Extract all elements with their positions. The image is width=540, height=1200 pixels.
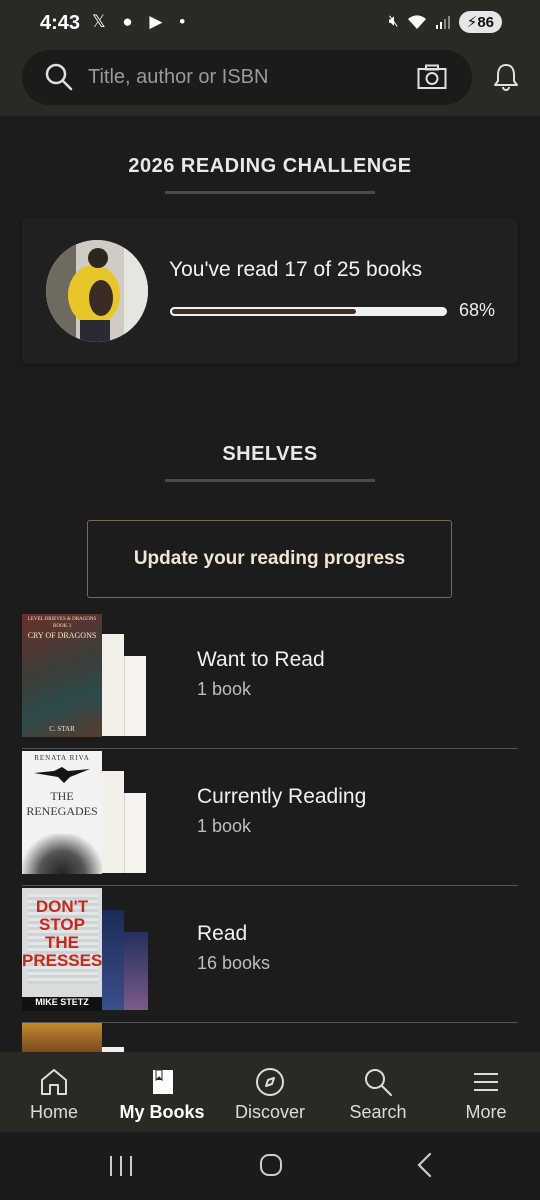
cover-title: CRY OF DRAGONS bbox=[27, 631, 97, 640]
avatar bbox=[46, 240, 148, 342]
notifications-bell-icon[interactable] bbox=[492, 62, 520, 92]
book-spine bbox=[102, 910, 124, 1010]
app-header: 4:43 𝕏 ● ▶ • 🔇︎ ⚡86 bbox=[0, 0, 540, 116]
shelf-page bbox=[102, 771, 124, 873]
camera-icon[interactable] bbox=[417, 64, 447, 90]
shelf-count: 1 book bbox=[197, 816, 252, 836]
cover-series: LEVEL DRIEVES & DRAGONS bbox=[27, 617, 97, 622]
cover-author: RENATA RIVA bbox=[34, 754, 90, 762]
nav-label: My Books bbox=[119, 1102, 205, 1122]
system-navigation-bar bbox=[0, 1132, 540, 1200]
compass-icon bbox=[256, 1068, 284, 1096]
nav-my-books[interactable]: My Books bbox=[108, 1052, 216, 1132]
book-spine bbox=[124, 932, 148, 1010]
challenge-progress-bar bbox=[170, 307, 447, 316]
cover-author: C. STAR bbox=[49, 725, 75, 733]
challenge-progress-fill bbox=[170, 307, 359, 316]
nav-home[interactable]: Home bbox=[0, 1052, 108, 1132]
challenge-heading: 2026 READING CHALLENGE bbox=[128, 155, 412, 177]
search-bar[interactable] bbox=[22, 50, 472, 105]
cover-book-number: BOOK 3 bbox=[53, 624, 71, 629]
shelf-name: Want to Read bbox=[197, 648, 325, 671]
shelf-page bbox=[124, 793, 146, 873]
book-cover: LEVEL DRIEVES & DRAGONS BOOK 3 CRY OF DR… bbox=[22, 614, 102, 737]
search-icon bbox=[45, 63, 73, 91]
nav-discover[interactable]: Discover bbox=[216, 1052, 324, 1132]
status-bar: 4:43 𝕏 ● ▶ • 🔇︎ ⚡86 bbox=[0, 0, 540, 46]
home-icon bbox=[41, 1069, 67, 1095]
menu-icon bbox=[474, 1073, 498, 1091]
challenge-progress-percent: 68% bbox=[459, 300, 496, 320]
bottom-navigation: Home My Books Discover Search More bbox=[0, 1052, 540, 1132]
shelf-name: Currently Reading bbox=[197, 785, 367, 808]
book-cover: DON'T STOP THE PRESSES MIKE STETZ bbox=[22, 888, 102, 1011]
shelf-page bbox=[102, 634, 124, 736]
shelves-heading: SHELVES bbox=[222, 443, 318, 465]
signal-icon bbox=[435, 16, 450, 29]
search-input[interactable] bbox=[88, 60, 398, 95]
shelf-count: 16 books bbox=[197, 953, 271, 973]
shelf-currently-reading[interactable]: RENATA RIVA THE RENEGADES Currently Read… bbox=[22, 749, 518, 886]
book-icon bbox=[153, 1069, 173, 1094]
challenge-progress-text: You've read 17 of 25 books bbox=[169, 258, 423, 281]
wifi-icon bbox=[407, 15, 426, 29]
shelf-want-to-read[interactable]: LEVEL DRIEVES & DRAGONS BOOK 3 CRY OF DR… bbox=[22, 612, 518, 749]
cover-title: THE RENEGADES bbox=[26, 789, 98, 818]
battery-level: 86 bbox=[477, 14, 494, 31]
challenge-heading-rule bbox=[165, 191, 375, 194]
shelf-count: 1 book bbox=[197, 679, 252, 699]
nav-label: Discover bbox=[234, 1102, 305, 1122]
recent-apps-icon[interactable] bbox=[108, 1154, 134, 1178]
shelf-page bbox=[124, 656, 146, 736]
status-icons-right: 🔇︎ ⚡86 bbox=[389, 11, 502, 33]
search-icon bbox=[365, 1069, 392, 1096]
notification-icons: 𝕏 ● ▶ • bbox=[92, 12, 192, 31]
back-icon[interactable] bbox=[414, 1152, 434, 1178]
shelf-read[interactable]: DON'T STOP THE PRESSES MIKE STETZ Read 1… bbox=[22, 886, 518, 1023]
nav-label: Search bbox=[349, 1102, 407, 1122]
mute-icon: 🔇︎ bbox=[388, 13, 399, 30]
nav-label: More bbox=[465, 1102, 507, 1122]
cover-title: DON'T STOP THE PRESSES bbox=[22, 897, 102, 970]
crow-icon bbox=[34, 767, 90, 783]
book-cover bbox=[22, 1023, 102, 1052]
status-time: 4:43 bbox=[40, 12, 81, 34]
update-reading-progress-button[interactable]: Update your reading progress bbox=[87, 520, 452, 598]
home-button-icon[interactable] bbox=[258, 1152, 284, 1178]
shelves-heading-rule bbox=[165, 479, 375, 482]
reading-challenge-card[interactable]: You've read 17 of 25 books 68% bbox=[22, 218, 518, 364]
nav-more[interactable]: More bbox=[432, 1052, 540, 1132]
book-cover: RENATA RIVA THE RENEGADES bbox=[22, 751, 102, 874]
nav-label: Home bbox=[29, 1102, 78, 1122]
nav-search[interactable]: Search bbox=[324, 1052, 432, 1132]
shelf-name: Read bbox=[197, 922, 248, 945]
battery-indicator: ⚡86 bbox=[458, 11, 502, 33]
cover-author: MIKE STETZ bbox=[22, 997, 102, 1011]
